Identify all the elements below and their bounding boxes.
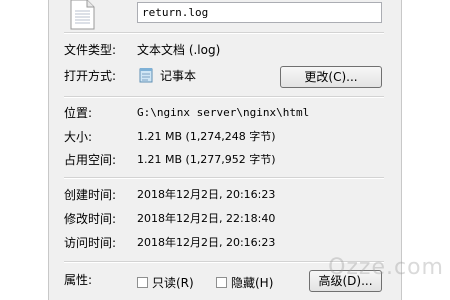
hidden-checkbox[interactable]: 隐藏(H): [216, 274, 273, 291]
accessed-label: 访问时间:: [64, 236, 117, 250]
modified-label: 修改时间:: [64, 212, 117, 226]
modified-value: 2018年12月2日, 22:18:40: [137, 212, 276, 225]
size-on-disk-label: 占用空间:: [64, 153, 117, 167]
checkbox-box[interactable]: [137, 277, 148, 288]
watermark: Ozze.com: [328, 255, 444, 280]
hidden-label: 隐藏(H): [231, 276, 274, 290]
separator: [64, 177, 384, 179]
checkbox-box[interactable]: [216, 277, 227, 288]
size-on-disk-value: 1.21 MB (1,277,952 字节): [137, 153, 276, 166]
attributes-label: 属性:: [64, 273, 93, 287]
separator: [64, 32, 384, 34]
location-label: 位置:: [64, 106, 93, 120]
notepad-icon: [139, 68, 153, 83]
change-button[interactable]: 更改(C)...: [280, 66, 382, 88]
text-file-icon: [70, 0, 95, 30]
accessed-value: 2018年12月2日, 20:16:23: [137, 236, 276, 249]
properties-dialog: return.log 文件类型: 文本文档 (.log) 打开方式: 记事本 更…: [0, 0, 450, 300]
size-value: 1.21 MB (1,274,248 字节): [137, 130, 276, 143]
separator: [64, 96, 384, 98]
readonly-checkbox[interactable]: 只读(R): [137, 274, 194, 291]
opens-with-value: 记事本: [160, 69, 197, 83]
file-type-value: 文本文档 (.log): [137, 43, 221, 57]
opens-with-label: 打开方式:: [64, 69, 117, 83]
file-type-label: 文件类型:: [64, 43, 117, 57]
readonly-label: 只读(R): [152, 276, 194, 290]
created-value: 2018年12月2日, 20:16:23: [137, 188, 276, 201]
file-name-input[interactable]: return.log: [137, 2, 382, 23]
size-label: 大小:: [64, 130, 93, 144]
location-value: G:\nginx server\nginx\html: [137, 106, 310, 119]
created-label: 创建时间:: [64, 188, 117, 202]
